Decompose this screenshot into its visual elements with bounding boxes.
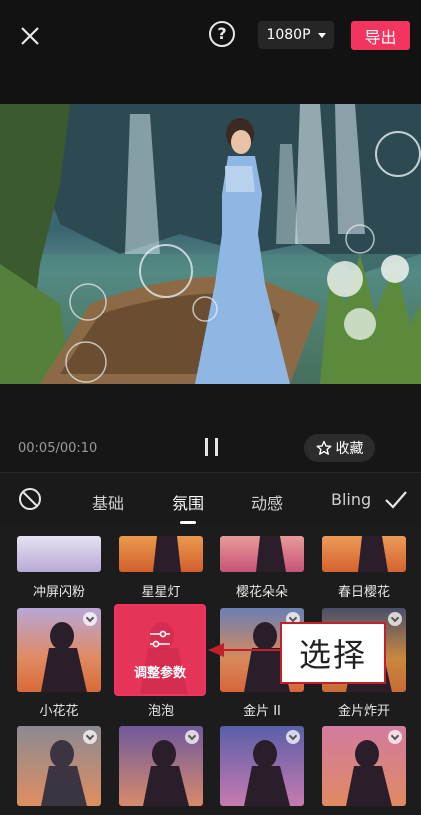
sliders-icon (150, 630, 170, 648)
close-icon[interactable] (16, 22, 44, 50)
video-preview[interactable] (0, 104, 421, 384)
ban-icon[interactable] (18, 487, 42, 511)
tab-indicator (180, 521, 196, 524)
top-bar (0, 0, 421, 104)
download-icon (83, 612, 97, 626)
annotation-arrow (208, 643, 280, 657)
download-icon (185, 730, 199, 744)
effect-thumb-5[interactable] (17, 608, 101, 692)
pause-icon[interactable] (203, 438, 221, 456)
effect-thumb-4[interactable] (322, 536, 406, 572)
effect-thumb-12[interactable] (322, 726, 406, 806)
tab-atmosphere[interactable]: 氛围 (172, 490, 204, 514)
effect-label-4: 春日樱花 (337, 585, 390, 600)
tab-dynamic[interactable]: 动感 (251, 490, 283, 514)
effect-label-7: 金片 II (243, 704, 281, 719)
effect-thumb-selected[interactable] (114, 604, 206, 696)
check-icon[interactable] (383, 488, 409, 512)
effect-thumb-2[interactable] (119, 536, 203, 572)
timecode: 00:05/00:10 (18, 441, 98, 456)
effect-label-2: 星星灯 (141, 585, 181, 600)
effect-label-6: 泡泡 (147, 704, 174, 719)
adjust-params-label[interactable]: 调整参数 (114, 662, 206, 681)
effect-thumb-10[interactable] (119, 726, 203, 806)
effect-label-1: 冲屏闪粉 (32, 585, 85, 600)
effect-label-3: 樱花朵朵 (235, 585, 288, 600)
help-icon[interactable]: ? (209, 21, 235, 47)
effect-thumb-11[interactable] (220, 726, 304, 806)
favorite-button[interactable]: 收藏 (304, 434, 375, 462)
preview-scene (0, 104, 421, 384)
annotation-callout: 选择 (280, 622, 386, 684)
tab-bling[interactable]: Bling (331, 490, 371, 509)
resolution-select[interactable]: 1080P (258, 21, 334, 49)
star-icon (316, 440, 331, 455)
caret-down-icon (317, 32, 326, 38)
download-icon (388, 612, 402, 626)
resolution-value: 1080P (266, 27, 311, 43)
download-icon (83, 730, 97, 744)
effect-thumb-9[interactable] (17, 726, 101, 806)
favorite-label: 收藏 (335, 441, 364, 457)
effect-thumb-3[interactable] (220, 536, 304, 572)
effect-label-5: 小花花 (39, 704, 79, 719)
tab-basic[interactable]: 基础 (92, 490, 124, 514)
effect-thumb-1[interactable] (17, 536, 101, 572)
effect-label-8: 金片炸开 (337, 704, 390, 719)
download-icon (388, 730, 402, 744)
download-icon (286, 730, 300, 744)
export-button[interactable]: 导出 (351, 21, 410, 50)
